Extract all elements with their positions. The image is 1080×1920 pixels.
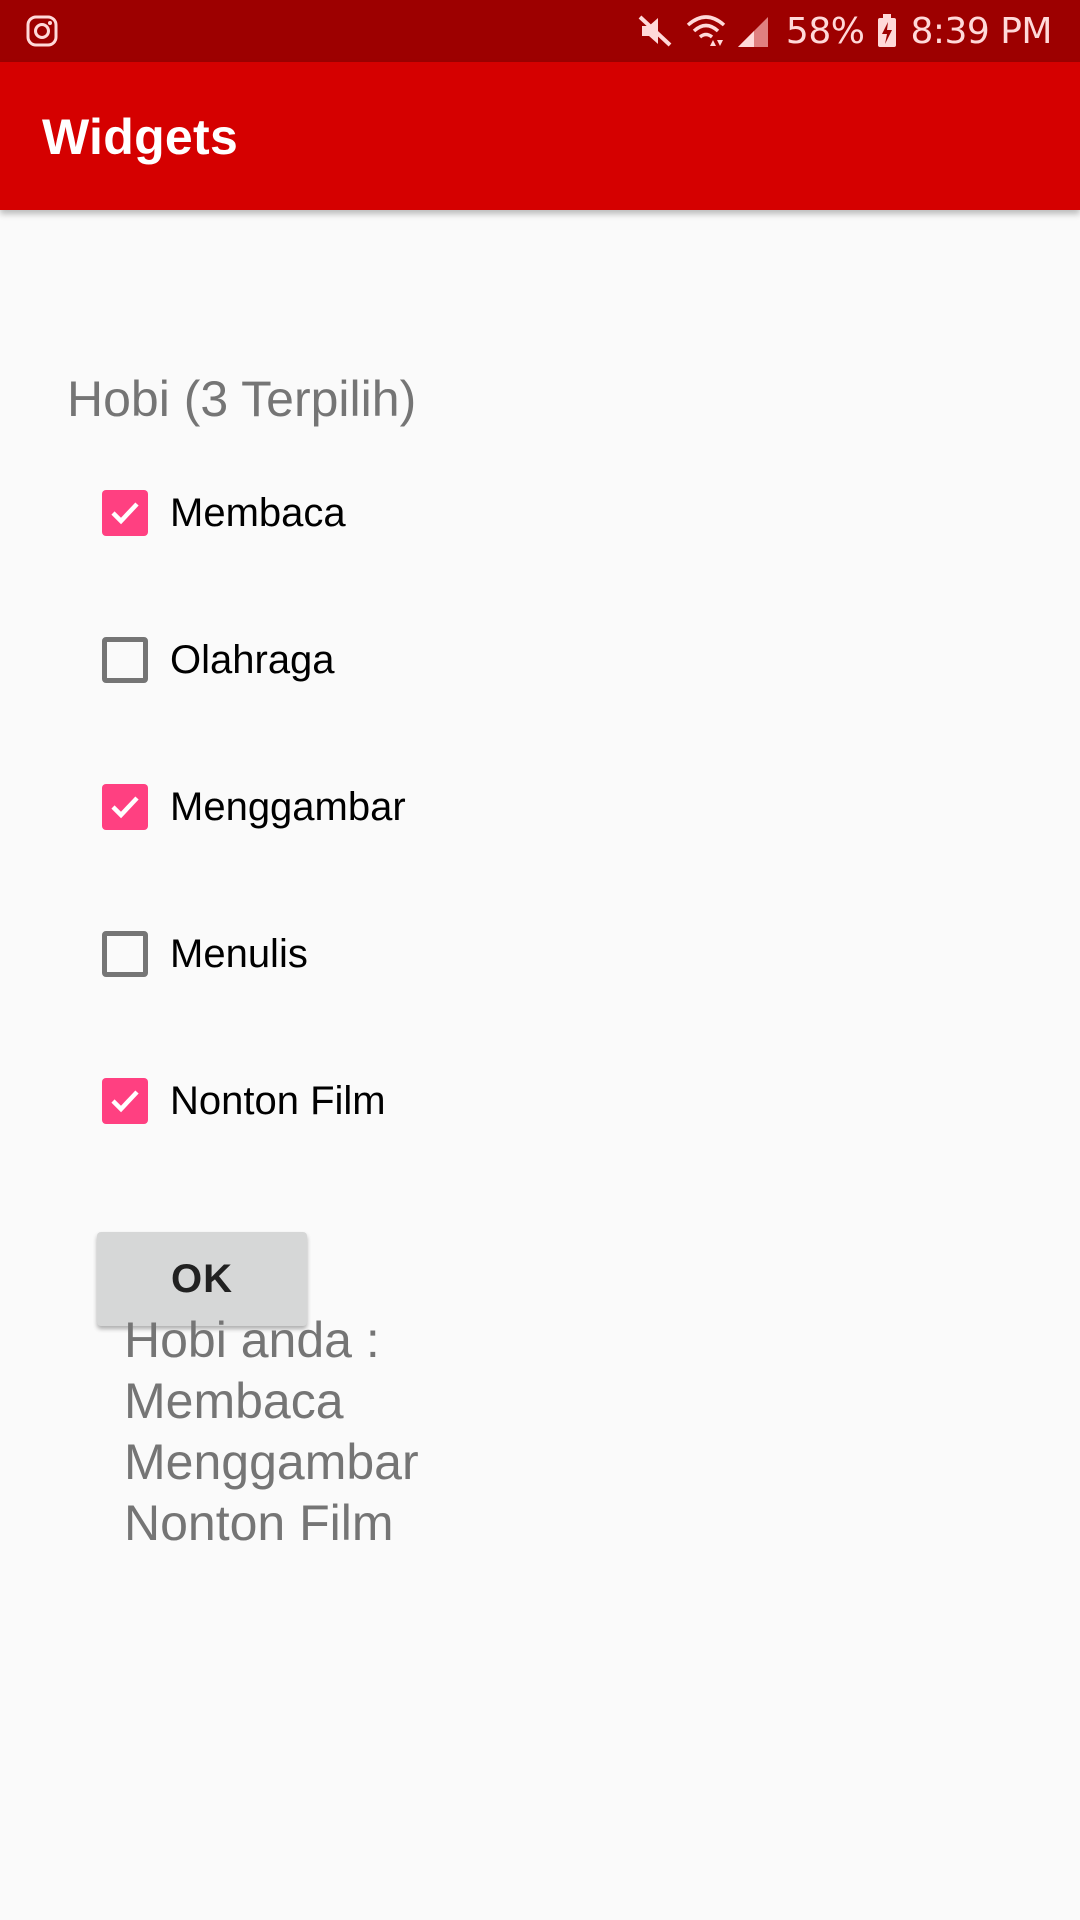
checkbox-olahraga[interactable]: Olahraga (102, 630, 335, 690)
result-line: Menggambar (124, 1434, 419, 1490)
checkbox-checked-icon[interactable] (102, 784, 148, 830)
battery-charging-icon (876, 13, 898, 49)
wifi-icon (686, 13, 726, 49)
checkbox-label: Olahraga (170, 637, 335, 682)
result-line: Hobi anda : (124, 1312, 380, 1368)
status-bar: 58% 8:39 PM (0, 0, 1080, 62)
checkbox-checked-icon[interactable] (102, 1078, 148, 1124)
checkbox-menggambar[interactable]: Menggambar (102, 777, 406, 837)
signal-icon (736, 13, 774, 49)
battery-percent: 58% (785, 10, 865, 52)
checkbox-membaca[interactable]: Membaca (102, 483, 346, 543)
clock: 8:39 PM (910, 10, 1052, 52)
app-bar: Widgets (0, 62, 1080, 210)
app-title: Widgets (42, 109, 239, 165)
checkbox-menulis[interactable]: Menulis (102, 924, 308, 984)
checkbox-label: Menulis (170, 931, 308, 976)
instagram-icon (26, 15, 58, 47)
checkbox-nonton-film[interactable]: Nonton Film (102, 1071, 386, 1131)
checkbox-unchecked-icon[interactable] (102, 931, 148, 977)
result-line: Membaca (124, 1373, 344, 1429)
main-content: Hobi (3 Terpilih) Membaca Olahraga Mengg… (0, 210, 1080, 1920)
result-line: Nonton Film (124, 1495, 394, 1551)
checkbox-label: Nonton Film (170, 1078, 386, 1123)
mute-icon (636, 13, 674, 49)
checkbox-unchecked-icon[interactable] (102, 637, 148, 683)
hobby-heading: Hobi (3 Terpilih) (67, 371, 417, 427)
checkbox-label: Menggambar (170, 784, 406, 829)
result-text: Hobi anda : Membaca Menggambar Nonton Fi… (124, 1310, 419, 1554)
checkbox-checked-icon[interactable] (102, 490, 148, 536)
checkbox-label: Membaca (170, 490, 346, 535)
